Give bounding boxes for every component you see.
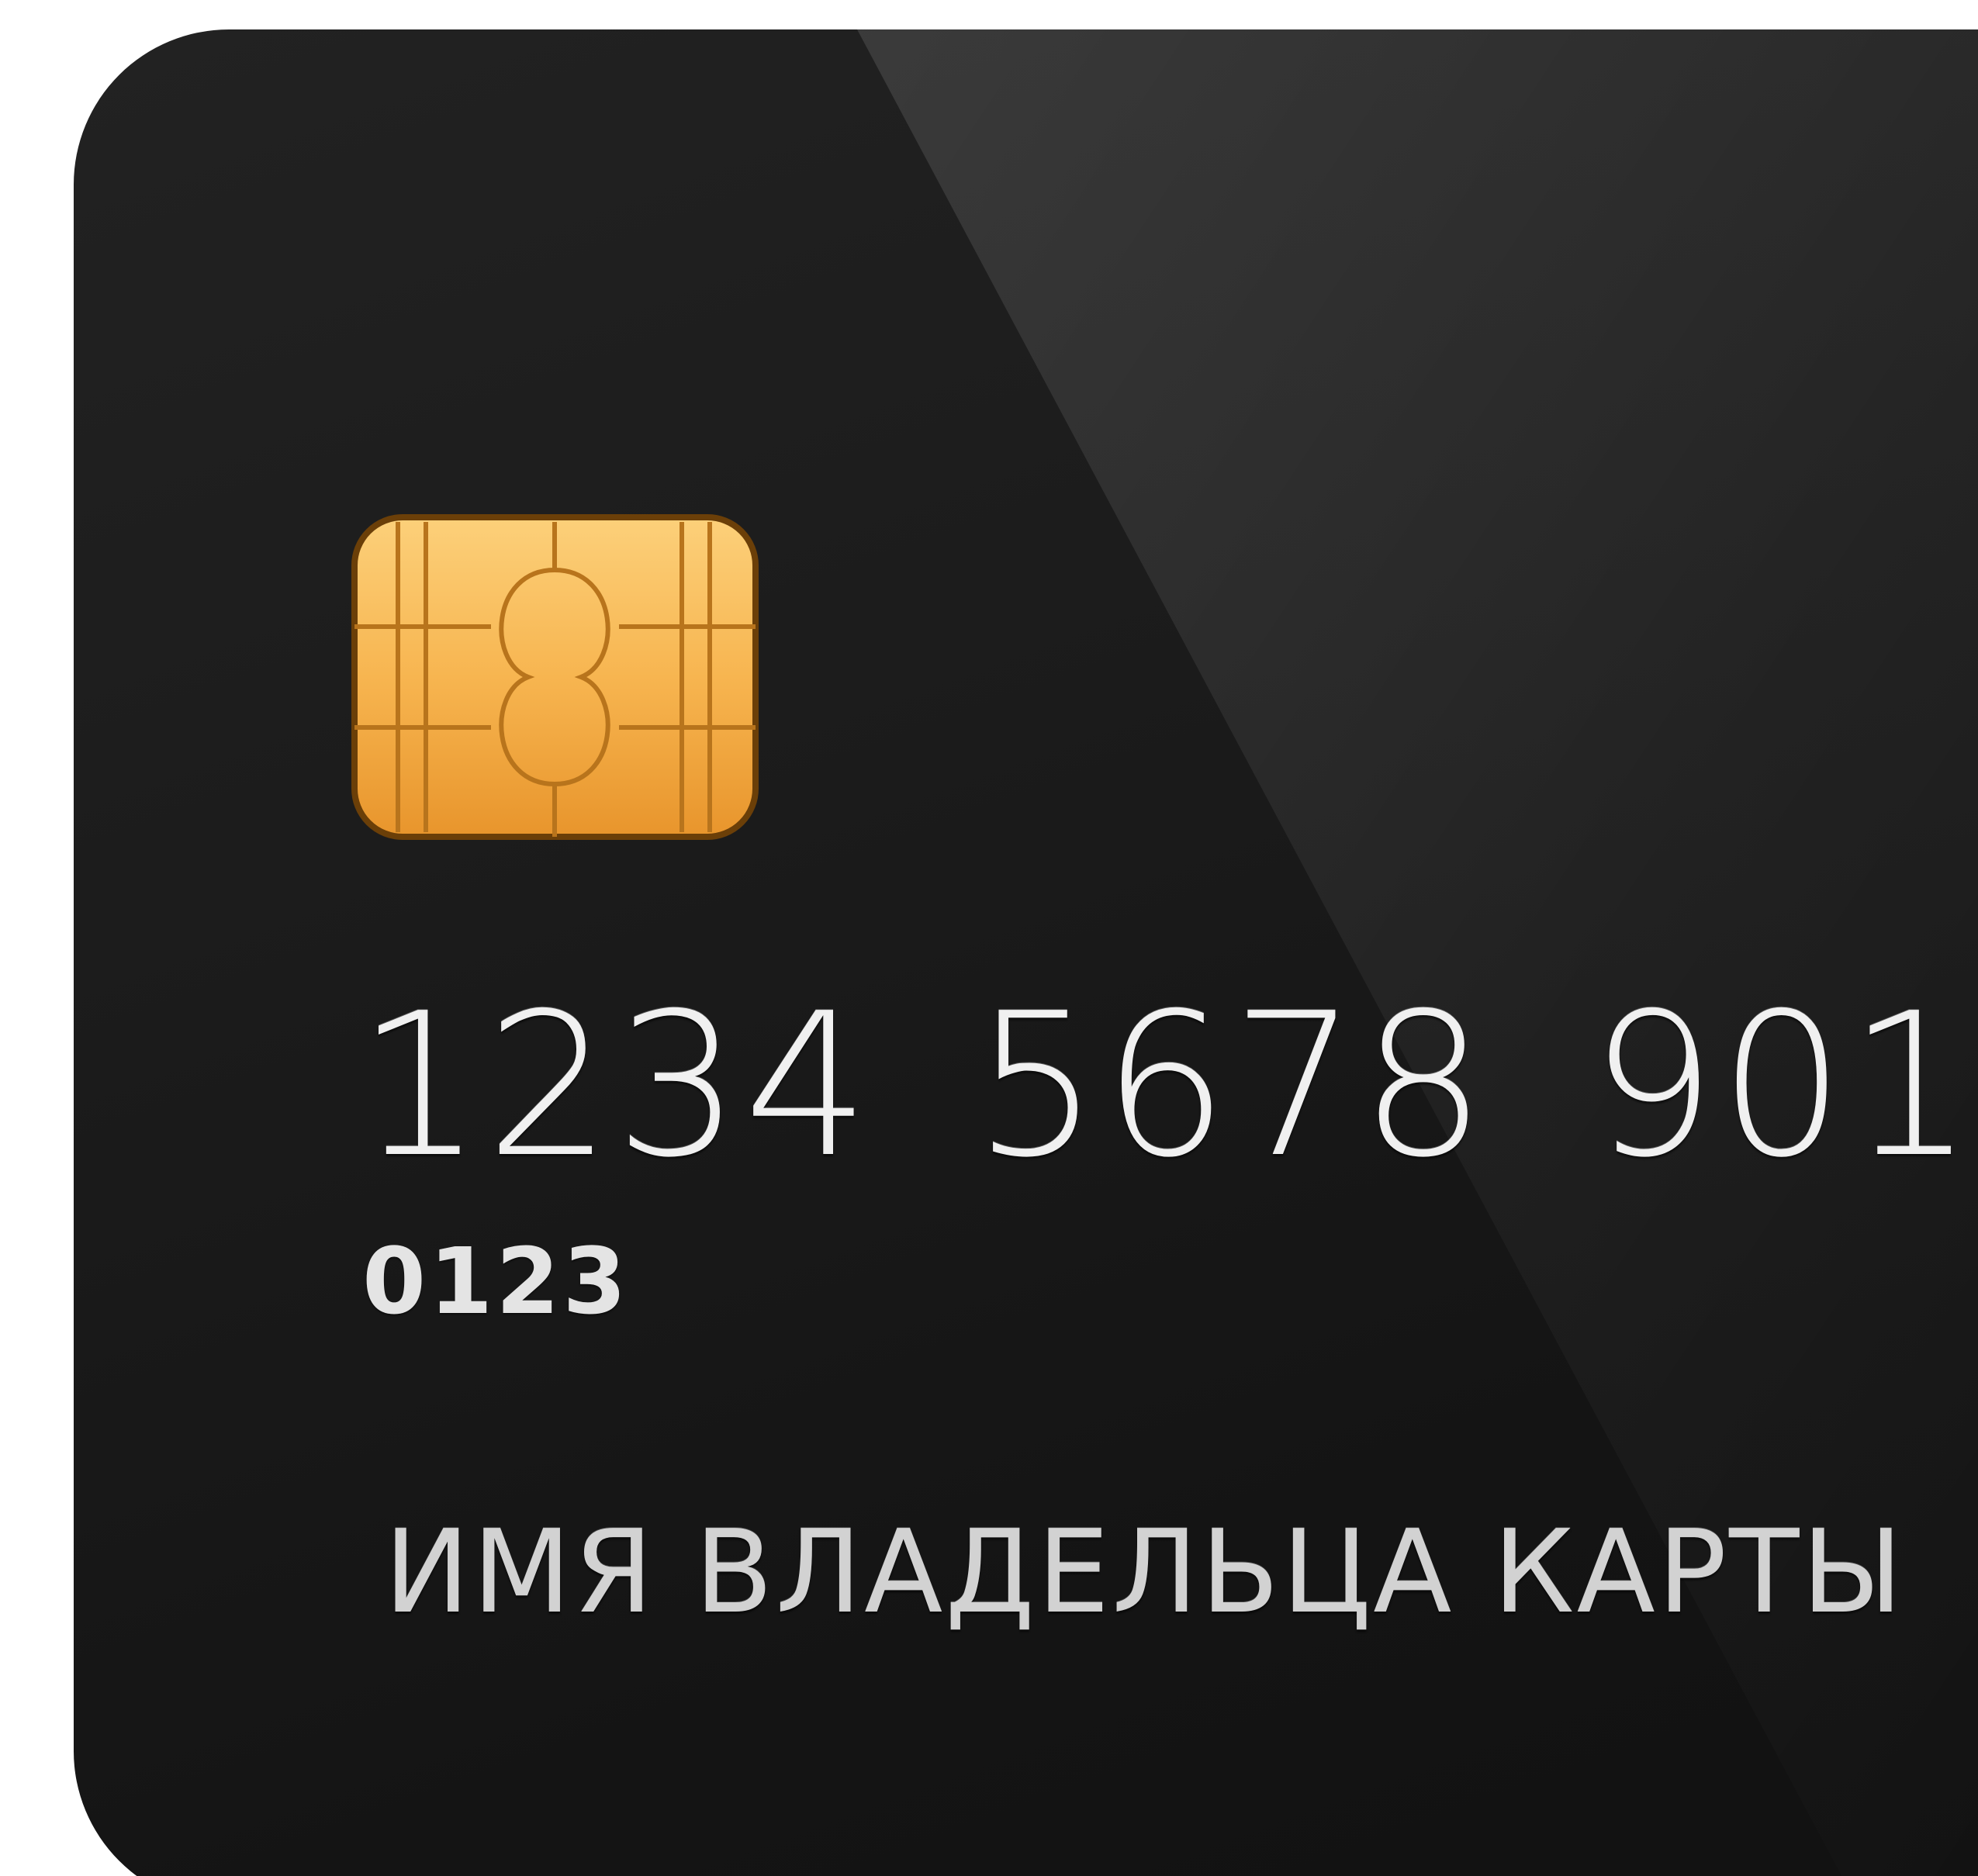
cardholder-name: ИМЯ ВЛАДЕЛЬЦА КАРТЫ	[384, 1505, 1906, 1639]
card-number-group-1: 1234	[357, 971, 873, 1201]
bank-card: 1234 5678 901 0123 ИМЯ ВЛАДЕЛЬЦА КАРТЫ	[74, 29, 1978, 1876]
emv-chip-icon	[351, 514, 759, 840]
card-number: 1234 5678 901	[357, 987, 1977, 1185]
page: 1234 5678 901 0123 ИМЯ ВЛАДЕЛЬЦА КАРТЫ	[0, 0, 1978, 1876]
card-number-group-3: 901	[1589, 971, 1977, 1201]
card-sub-number: 0123	[362, 1228, 630, 1335]
card-number-group-2: 5678	[973, 971, 1489, 1201]
